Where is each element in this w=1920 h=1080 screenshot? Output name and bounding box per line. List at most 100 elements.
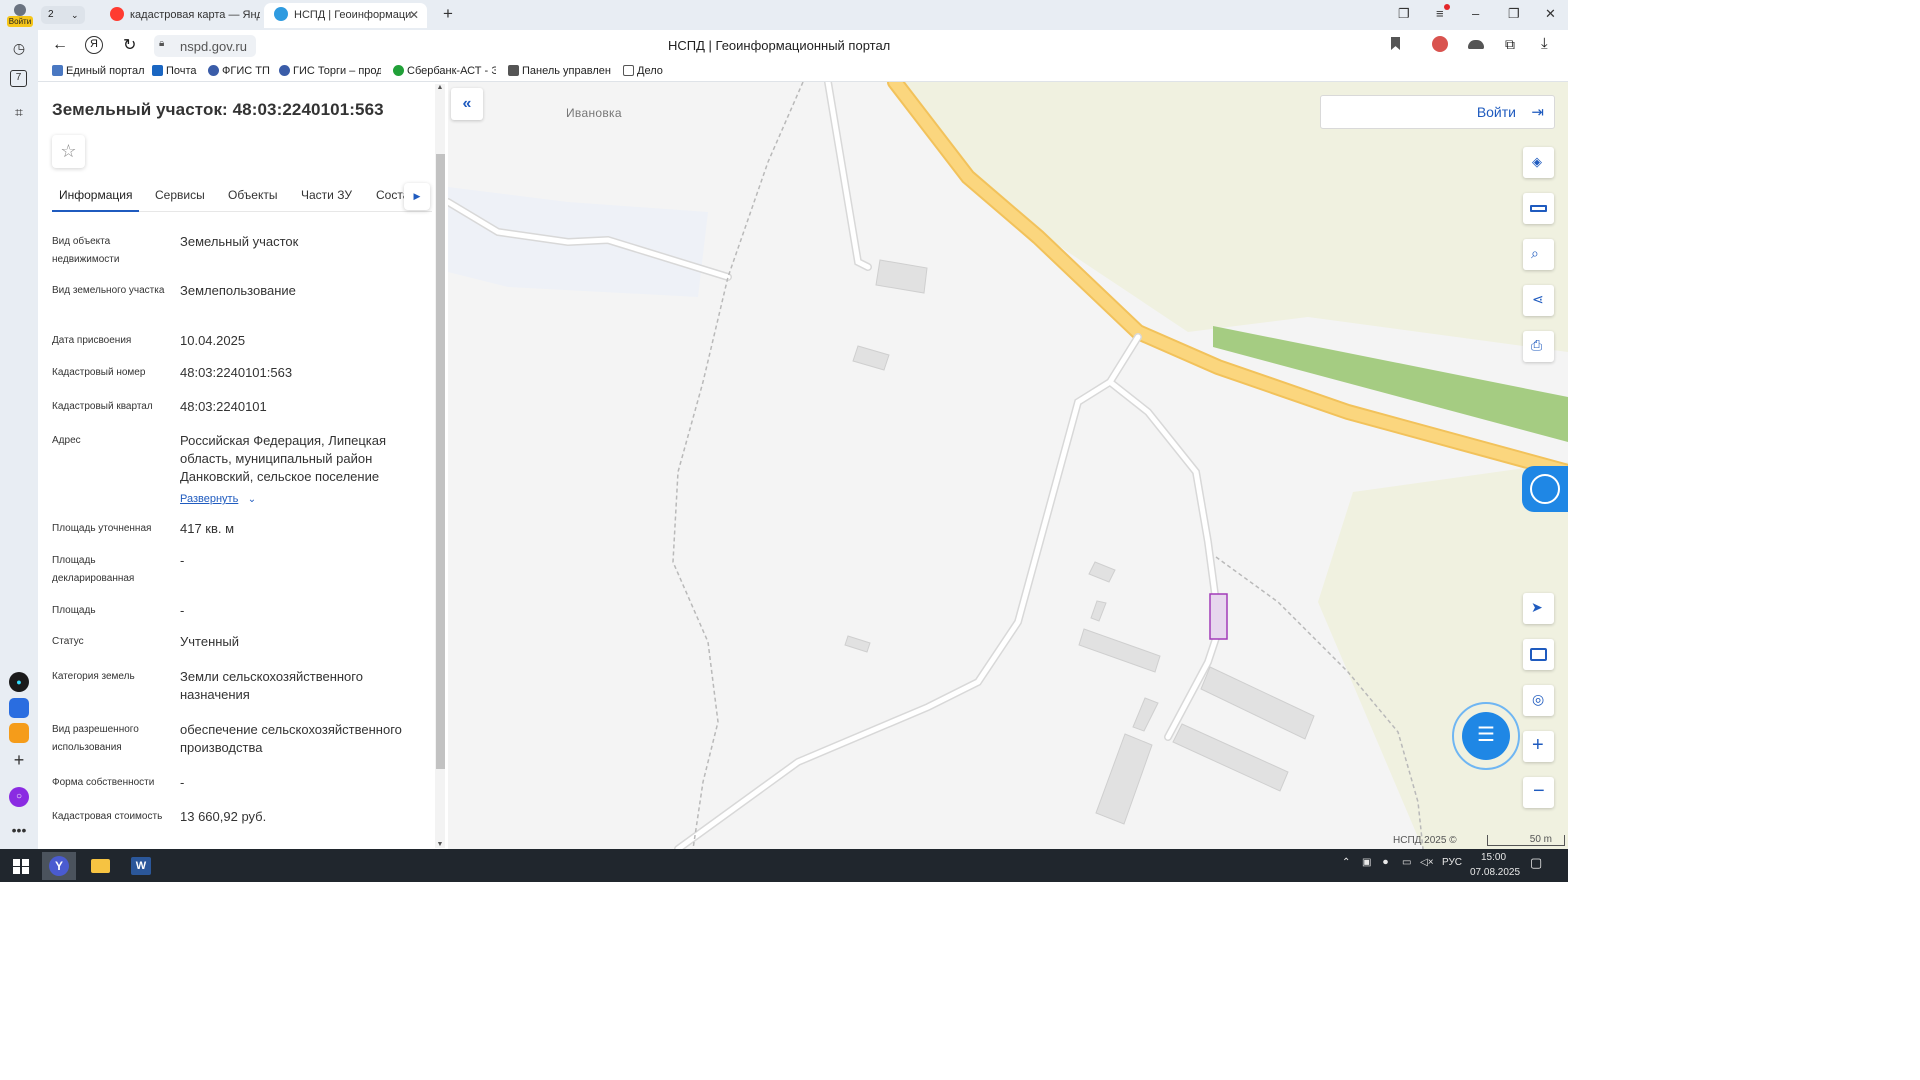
chat-button[interactable]: ☰: [1452, 702, 1520, 770]
yandex-logo-icon[interactable]: Я: [85, 36, 103, 54]
tab-land-parts[interactable]: Части ЗУ: [301, 188, 352, 202]
map-features: [448, 82, 1568, 849]
notifications-icon[interactable]: ▢: [1530, 855, 1542, 871]
tray-time[interactable]: 15:00: [1481, 852, 1506, 863]
favorite-star-button[interactable]: ☆: [52, 135, 85, 168]
geolocation-button[interactable]: ➤: [1523, 593, 1554, 624]
reload-icon[interactable]: ↻: [123, 35, 136, 55]
field-row: Площадь -: [52, 603, 185, 618]
bookmark-gosuslugi[interactable]: Единый портал: [52, 65, 144, 77]
tray-volume-muted-icon[interactable]: ◁×: [1420, 857, 1434, 868]
add-app-icon[interactable]: +: [9, 750, 29, 770]
ruler-icon: [1530, 205, 1547, 212]
measure-button[interactable]: [1523, 193, 1554, 224]
downloads-icon[interactable]: ⤓: [1541, 35, 1548, 52]
tabs-next-button[interactable]: ▶: [404, 183, 430, 210]
locate-object-button[interactable]: ◎: [1523, 685, 1554, 716]
new-tab-button[interactable]: +: [438, 4, 458, 24]
feedback-icon: [1530, 474, 1560, 504]
tray-chevron-up-icon[interactable]: ⌃: [1342, 857, 1350, 868]
scroll-down-icon[interactable]: ▼: [435, 841, 445, 848]
windows-taskbar: Y W ⌃ ▣ ⏺ ▭ ◁× РУС 15:00 07.08.2025 ▢: [0, 849, 1568, 882]
restore-icon[interactable]: ❐: [1508, 6, 1520, 22]
browser-sidebar: ◷ 7 ⌗ ● + ○ •••: [0, 30, 38, 849]
close-tab-icon[interactable]: ✕: [409, 3, 419, 28]
tab-objects[interactable]: Объекты: [228, 188, 278, 202]
bookmark-icon[interactable]: [1391, 37, 1400, 50]
bookmark-fgis-tp[interactable]: ФГИС ТП: [208, 65, 270, 77]
page-title: НСПД | Геоинформационный портал: [668, 38, 891, 53]
gosuslugi-icon: [52, 65, 63, 76]
login-button[interactable]: Войти ⇥: [1320, 95, 1555, 129]
document-icon: [623, 65, 634, 76]
feedback-widget[interactable]: [1522, 466, 1568, 512]
history-icon[interactable]: ◷: [9, 38, 29, 58]
bookmark-mail[interactable]: Почта: [152, 65, 197, 77]
url-field[interactable]: 🔒︎ nspd.gov.ru: [154, 35, 256, 57]
tray-language[interactable]: РУС: [1442, 857, 1462, 868]
bookmark-sberbank-ast[interactable]: Сбербанк-АСТ - Э: [393, 65, 496, 77]
emblem-icon: [208, 65, 219, 76]
selected-parcel: [1209, 593, 1228, 640]
browser-tab-yandex[interactable]: кадастровая карта — Янд: [100, 3, 260, 28]
collapse-panel-button[interactable]: «: [451, 88, 483, 120]
screenshot-icon[interactable]: ⌗: [9, 102, 29, 122]
scroll-up-icon[interactable]: ▲: [435, 84, 445, 91]
layers-button[interactable]: ◈: [1523, 147, 1554, 178]
minimap-button[interactable]: [1523, 639, 1554, 670]
tab-information[interactable]: Информация: [51, 188, 141, 212]
tray-date[interactable]: 07.08.2025: [1470, 867, 1520, 878]
emblem-icon: [279, 65, 290, 76]
chevron-down-icon: ⌄: [71, 10, 79, 20]
extension-icon-1[interactable]: [1432, 36, 1448, 52]
double-chevron-left-icon: «: [462, 95, 472, 112]
target-icon: ◎: [1532, 691, 1545, 707]
place-label: Ивановка: [566, 106, 622, 120]
navigation-arrow-icon: ➤: [1531, 599, 1543, 615]
map-canvas[interactable]: Ивановка « Войти ⇥ ◈ ⌕ ⋖ ⎙ ➤ ◎ + − ☰ НСП…: [448, 82, 1568, 849]
app-icon-mail[interactable]: [9, 723, 29, 743]
scrollbar-thumb[interactable]: [436, 154, 445, 769]
tab-count-badge[interactable]: 2 ⌄: [41, 6, 85, 24]
field-row: Вид разрешенного использования обеспечен…: [52, 722, 402, 755]
bookmarks-panel-icon[interactable]: ❐: [1398, 6, 1410, 22]
extension-icon-2[interactable]: [1468, 40, 1484, 49]
profile-avatar[interactable]: Войти: [6, 2, 34, 28]
app-icon-messenger[interactable]: [9, 698, 29, 718]
start-button[interactable]: [4, 852, 38, 880]
alice-assistant-icon[interactable]: ○: [9, 787, 29, 807]
browser-tab-nspd[interactable]: НСПД | Геоинформаци ✕: [264, 3, 427, 28]
print-button[interactable]: ⎙: [1523, 331, 1554, 362]
zoom-in-button[interactable]: +: [1523, 731, 1554, 762]
extensions-icon[interactable]: ⧉: [1505, 36, 1515, 53]
minimize-icon[interactable]: –: [1472, 6, 1479, 21]
taskbar-file-explorer[interactable]: [83, 852, 117, 880]
profile-login-badge: Войти: [7, 16, 33, 27]
back-icon[interactable]: ←: [52, 36, 68, 54]
field-row: Вид объекта недвижимости Земельный участ…: [52, 234, 299, 265]
bookmark-gis-torgi[interactable]: ГИС Торги – прод: [279, 65, 381, 77]
zoom-out-button[interactable]: −: [1523, 777, 1554, 808]
lock-icon: 🔒︎: [159, 38, 165, 49]
windows-logo-icon: [13, 859, 29, 874]
taskbar-word[interactable]: W: [124, 852, 158, 880]
tray-microphone-icon[interactable]: ⏺: [1383, 857, 1388, 868]
share-button[interactable]: ⋖: [1523, 285, 1554, 316]
panel-title: Земельный участок: 48:03:2240101:563: [52, 100, 384, 119]
bookmark-delo[interactable]: Дело: [623, 65, 663, 77]
area-search-button[interactable]: ⌕: [1523, 239, 1554, 270]
field-row: Форма собственности -: [52, 775, 185, 790]
close-window-icon[interactable]: ✕: [1545, 6, 1556, 22]
tab-services[interactable]: Сервисы: [155, 188, 205, 202]
tray-display-icon[interactable]: ▭: [1402, 857, 1411, 868]
menu-icon[interactable]: ≡: [1436, 4, 1450, 21]
browser-tab-bar: Войти 2 ⌄ кадастровая карта — Янд НСПД |…: [0, 0, 1568, 30]
bookmark-control-panel[interactable]: Панель управлени: [508, 65, 611, 77]
tray-network-icon[interactable]: ▣: [1362, 857, 1371, 868]
calendar-icon[interactable]: 7: [10, 70, 27, 87]
expand-address-link[interactable]: Развернуть ⌄: [180, 489, 256, 507]
more-icon[interactable]: •••: [9, 820, 29, 840]
panel-scrollbar[interactable]: ▲ ▼: [435, 84, 445, 848]
app-icon-music[interactable]: ●: [9, 672, 29, 692]
taskbar-yandex-browser[interactable]: Y: [42, 852, 76, 880]
